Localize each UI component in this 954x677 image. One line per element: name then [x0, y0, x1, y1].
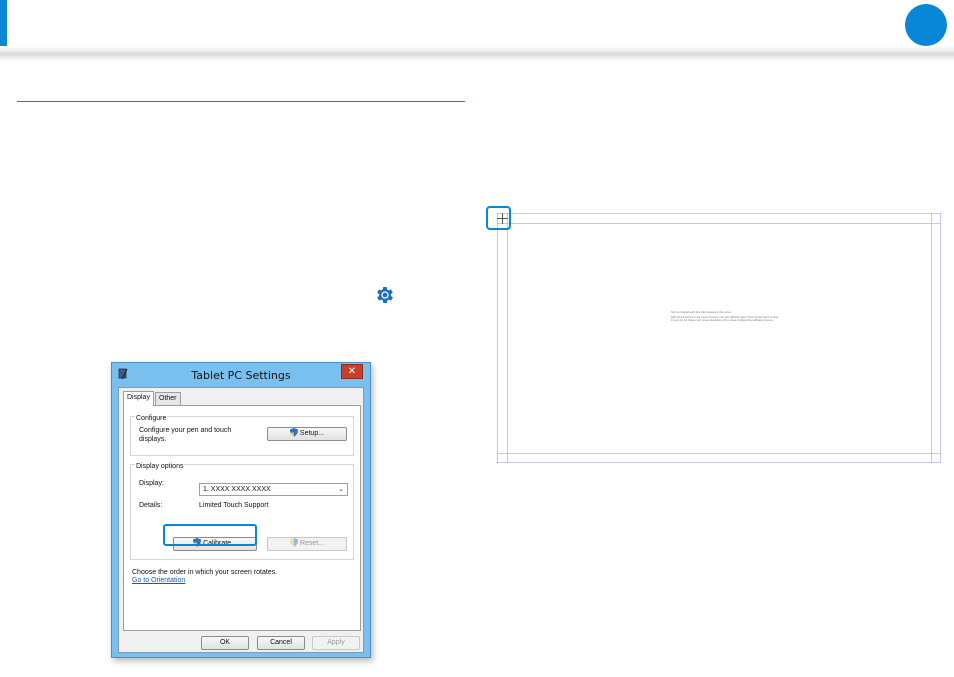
tab-panel-display: Configure Configure your pen and touch d…	[123, 405, 361, 631]
tab-display[interactable]: Display	[123, 391, 154, 406]
crosshair-highlight	[486, 206, 511, 230]
calibration-instructions: Tap the crosshair each time that it appe…	[671, 311, 781, 324]
uac-shield-icon	[289, 538, 298, 547]
display-label: Display:	[139, 480, 164, 487]
calibration-screen	[497, 213, 941, 463]
close-button[interactable]: ✕	[341, 364, 363, 379]
calibrate-button-highlight	[163, 524, 257, 546]
setup-button-label: Setup...	[299, 430, 325, 437]
tab-other[interactable]: Other	[155, 392, 181, 405]
cancel-button[interactable]: Cancel	[257, 636, 305, 650]
chapter-badge	[905, 4, 947, 46]
orientation-link[interactable]: Go to Orientation	[132, 577, 185, 584]
section-rule	[17, 101, 465, 102]
calibration-instruction: Tap the crosshair each time that it appe…	[671, 311, 732, 314]
setup-button[interactable]: Setup...	[267, 427, 347, 441]
header-accent-bar	[0, 0, 7, 52]
display-select[interactable]: 1. XXXX XXXX XXXX ⌄	[199, 483, 348, 496]
apply-button[interactable]: Apply	[312, 636, 360, 650]
tablet-pc-settings-dialog: Tablet PC Settings ✕ Display Other Confi…	[111, 362, 371, 658]
ok-button[interactable]: OK	[201, 636, 249, 650]
dialog-client-area: Display Other Configure Configure your p…	[118, 387, 364, 653]
chevron-down-icon: ⌄	[338, 486, 344, 493]
display-select-value: 1. XXXX XXXX XXXX	[203, 486, 271, 493]
configure-group: Configure Configure your pen and touch d…	[130, 415, 354, 456]
details-value: Limited Touch Support	[199, 502, 269, 509]
dialog-title: Tablet PC Settings	[191, 369, 291, 382]
calibration-instruction: Right-click anywhere on the screen to re…	[671, 316, 779, 322]
configure-group-label: Configure	[135, 415, 168, 422]
orientation-description: Choose the order in which your screen ro…	[132, 569, 278, 576]
reset-button[interactable]: Reset...	[267, 537, 347, 551]
close-icon: ✕	[347, 366, 357, 377]
display-options-group-label: Display options	[135, 463, 185, 470]
header-divider	[0, 46, 954, 62]
gear-icon	[377, 287, 393, 303]
configure-description: Configure your pen and touch displays.	[139, 427, 232, 443]
details-label: Details:	[139, 502, 163, 509]
reset-button-label: Reset...	[299, 540, 325, 547]
uac-shield-icon	[289, 428, 298, 437]
